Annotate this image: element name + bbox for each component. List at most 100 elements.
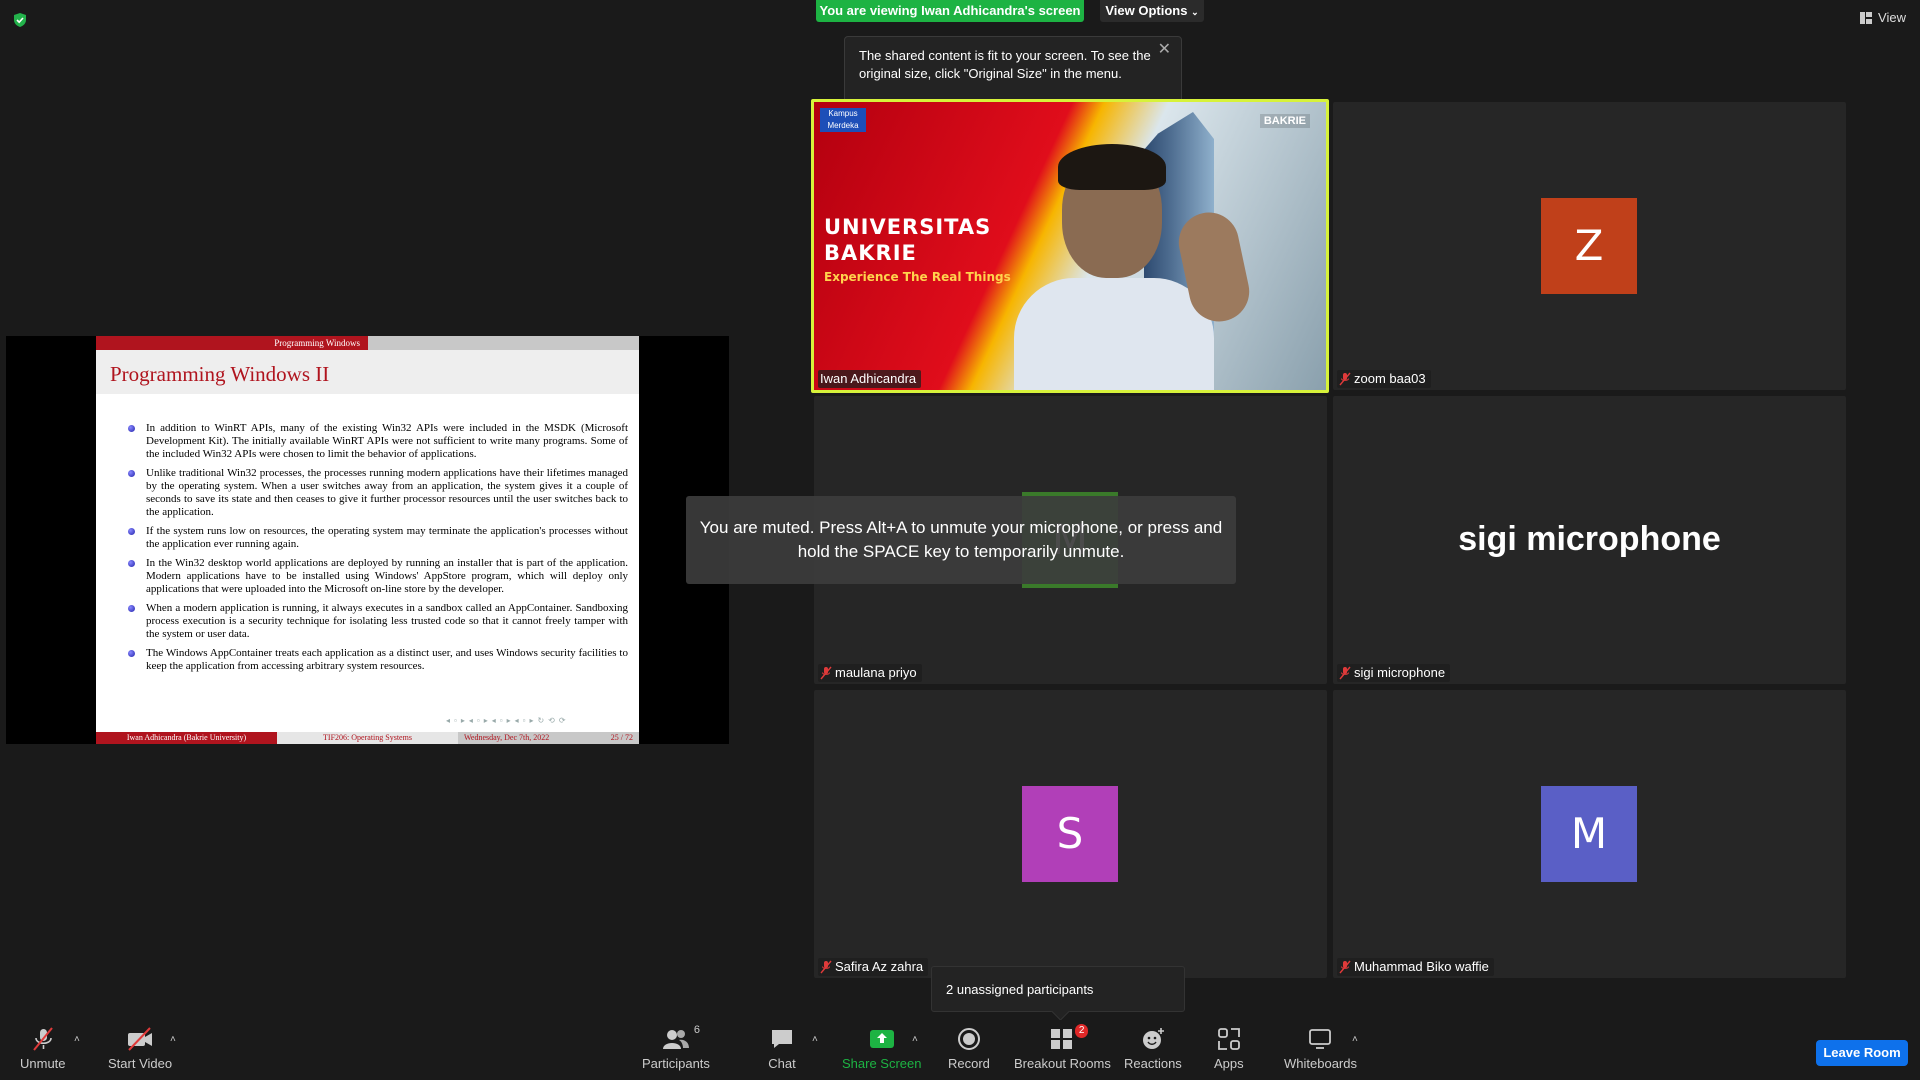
view-options-label: View Options bbox=[1105, 3, 1188, 18]
apps-icon bbox=[1217, 1028, 1240, 1050]
start-video-label: Start Video bbox=[108, 1056, 173, 1071]
unassigned-participants-popup[interactable]: 2 unassigned participants bbox=[931, 966, 1185, 1012]
speaker-body bbox=[1014, 278, 1214, 390]
record-label: Record bbox=[948, 1056, 990, 1071]
audio-options-chevron-icon[interactable]: ˄ bbox=[74, 1034, 80, 1045]
slide-bullet: The Windows AppContainer treats each app… bbox=[128, 647, 628, 673]
meeting-toolbar: Unmute ˄ Start Video ˄ 6 Participants Ch… bbox=[0, 1020, 1920, 1080]
avatar: S bbox=[1022, 786, 1118, 882]
chat-options-chevron-icon[interactable]: ˄ bbox=[812, 1034, 818, 1045]
participant-name-label: Safira Az zahra bbox=[818, 958, 929, 976]
breakout-rooms-button[interactable]: 2 Breakout Rooms bbox=[1014, 1024, 1111, 1076]
record-button[interactable]: Record bbox=[948, 1026, 990, 1076]
view-label: View bbox=[1878, 10, 1906, 25]
view-options-button[interactable]: View Options ⌄ bbox=[1100, 0, 1204, 22]
unmute-label: Unmute bbox=[20, 1056, 66, 1071]
slide-bullet: In the Win32 desktop world applications … bbox=[128, 557, 628, 596]
breakout-rooms-badge: 2 bbox=[1074, 1024, 1089, 1038]
participants-label: Participants bbox=[642, 1056, 710, 1071]
share-screen-button[interactable]: Share Screen bbox=[842, 1026, 922, 1076]
slide-footer: Iwan Adhicandra (Bakrie University) TIF2… bbox=[96, 732, 639, 744]
share-options-chevron-icon[interactable]: ˄ bbox=[912, 1034, 918, 1045]
speaker-hair bbox=[1058, 144, 1166, 190]
participant-name: Iwan Adhicandra bbox=[820, 371, 917, 386]
avatar: Z bbox=[1541, 198, 1637, 294]
participant-name: Safira Az zahra bbox=[835, 959, 924, 974]
video-off-icon bbox=[128, 1027, 153, 1051]
encryption-shield-icon[interactable] bbox=[12, 12, 28, 28]
chat-button[interactable]: Chat bbox=[768, 1026, 796, 1076]
university-name-text: UNIVERSITAS BAKRIE bbox=[824, 215, 992, 265]
slide-footer-date: Wednesday, Dec 7th, 2022 bbox=[464, 733, 550, 742]
avatar: M bbox=[1541, 786, 1637, 882]
start-video-button[interactable]: Start Video bbox=[108, 1026, 172, 1076]
breakout-rooms-label: Breakout Rooms bbox=[1014, 1056, 1111, 1071]
mic-muted-icon bbox=[1339, 372, 1351, 386]
video-tile-muhammad-biko-waffie[interactable]: M Muhammad Biko waffie bbox=[1333, 690, 1846, 978]
slide-header-section: Programming Windows bbox=[96, 336, 368, 350]
video-tile-sigi-microphone[interactable]: sigi microphone sigi microphone bbox=[1333, 396, 1846, 684]
participants-button[interactable]: 6 Participants bbox=[642, 1024, 710, 1076]
record-icon bbox=[957, 1028, 980, 1050]
reactions-label: Reactions bbox=[1124, 1056, 1182, 1071]
mic-muted-icon bbox=[820, 666, 832, 680]
leave-room-button[interactable]: Leave Room bbox=[1816, 1040, 1908, 1066]
slide-footer-course: TIF206: Operating Systems bbox=[277, 732, 458, 744]
participant-name-label: Muhammad Biko waffie bbox=[1337, 958, 1494, 976]
chat-bubble-icon bbox=[772, 1030, 792, 1048]
presentation-slide: Programming Windows Programming Windows … bbox=[96, 336, 639, 744]
participant-name: maulana priyo bbox=[835, 665, 917, 680]
beamer-navigation-icons: ◂ ▫ ▸ ◂ ▫ ▸ ◂ ▫ ▸ ◂ ▫ ▸ ↻ ⟲ ⟳ bbox=[446, 716, 567, 725]
unmute-button[interactable]: Unmute bbox=[20, 1026, 66, 1076]
participant-name: sigi microphone bbox=[1354, 665, 1446, 680]
whiteboards-label: Whiteboards bbox=[1284, 1056, 1357, 1071]
viewing-screen-banner: You are viewing Iwan Adhicandra's screen bbox=[816, 0, 1084, 22]
video-options-chevron-icon[interactable]: ˄ bbox=[170, 1034, 176, 1045]
tooltip-text: The shared content is fit to your screen… bbox=[859, 48, 1151, 81]
mic-muted-icon bbox=[1339, 960, 1351, 974]
participant-display-name: sigi microphone bbox=[1458, 520, 1721, 558]
apps-label: Apps bbox=[1214, 1056, 1244, 1071]
slide-footer-page: 25 / 72 bbox=[610, 733, 633, 742]
participants-count: 6 bbox=[693, 1024, 700, 1036]
video-tile-iwan[interactable]: Kampus Merdeka BAKRIE UNIVERSITAS BAKRIE … bbox=[811, 99, 1329, 393]
participant-name-label: maulana priyo bbox=[818, 664, 922, 682]
participant-name-label: zoom baa03 bbox=[1337, 370, 1431, 388]
slide-bullet: When a modern application is running, it… bbox=[128, 602, 628, 641]
reactions-button[interactable]: Reactions bbox=[1124, 1026, 1182, 1076]
video-tile-safira-az-zahra[interactable]: S Safira Az zahra bbox=[814, 690, 1327, 978]
muted-notification: You are muted. Press Alt+A to unmute you… bbox=[686, 496, 1236, 584]
participant-name: zoom baa03 bbox=[1354, 371, 1426, 386]
slide-title: Programming Windows II bbox=[110, 362, 330, 386]
slide-bullet: Unlike traditional Win32 processes, the … bbox=[128, 467, 628, 519]
breakout-rooms-icon bbox=[1051, 1029, 1073, 1049]
close-icon[interactable]: ✕ bbox=[1158, 41, 1171, 59]
view-layout-button[interactable]: View bbox=[1860, 10, 1906, 25]
slide-bullet-list: In addition to WinRT APIs, many of the e… bbox=[128, 422, 628, 679]
zoom-meeting-window: You are viewing Iwan Adhicandra's screen… bbox=[0, 0, 1920, 1080]
bakrie-logo: BAKRIE bbox=[1259, 114, 1310, 128]
fit-to-screen-tooltip: The shared content is fit to your screen… bbox=[844, 36, 1182, 108]
mic-muted-icon bbox=[820, 960, 832, 974]
whiteboard-icon bbox=[1309, 1029, 1332, 1049]
university-tagline: Experience The Real Things bbox=[824, 270, 1011, 284]
apps-button[interactable]: Apps bbox=[1214, 1026, 1244, 1076]
video-tile-zoom-baa03[interactable]: Z zoom baa03 bbox=[1333, 102, 1846, 390]
grid-view-icon bbox=[1860, 11, 1873, 24]
participant-name-label: Iwan Adhicandra bbox=[818, 370, 922, 388]
kampus-merdeka-logo: Kampus Merdeka bbox=[820, 108, 866, 132]
participant-name: Muhammad Biko waffie bbox=[1354, 959, 1489, 974]
microphone-muted-icon bbox=[32, 1027, 53, 1051]
reactions-smiley-icon bbox=[1142, 1028, 1164, 1049]
chat-label: Chat bbox=[768, 1056, 796, 1071]
participant-name-label: sigi microphone bbox=[1337, 664, 1451, 682]
chevron-down-icon: ⌄ bbox=[1191, 7, 1199, 17]
shared-screen[interactable]: Programming Windows Programming Windows … bbox=[6, 336, 729, 744]
slide-footer-author: Iwan Adhicandra (Bakrie University) bbox=[96, 732, 277, 744]
share-screen-icon bbox=[869, 1030, 894, 1048]
slide-bullet: In addition to WinRT APIs, many of the e… bbox=[128, 422, 628, 461]
whiteboards-options-chevron-icon[interactable]: ˄ bbox=[1352, 1034, 1358, 1045]
participants-icon bbox=[662, 1030, 689, 1049]
whiteboards-button[interactable]: Whiteboards bbox=[1284, 1026, 1357, 1076]
slide-bullet: If the system runs low on resources, the… bbox=[128, 525, 628, 551]
